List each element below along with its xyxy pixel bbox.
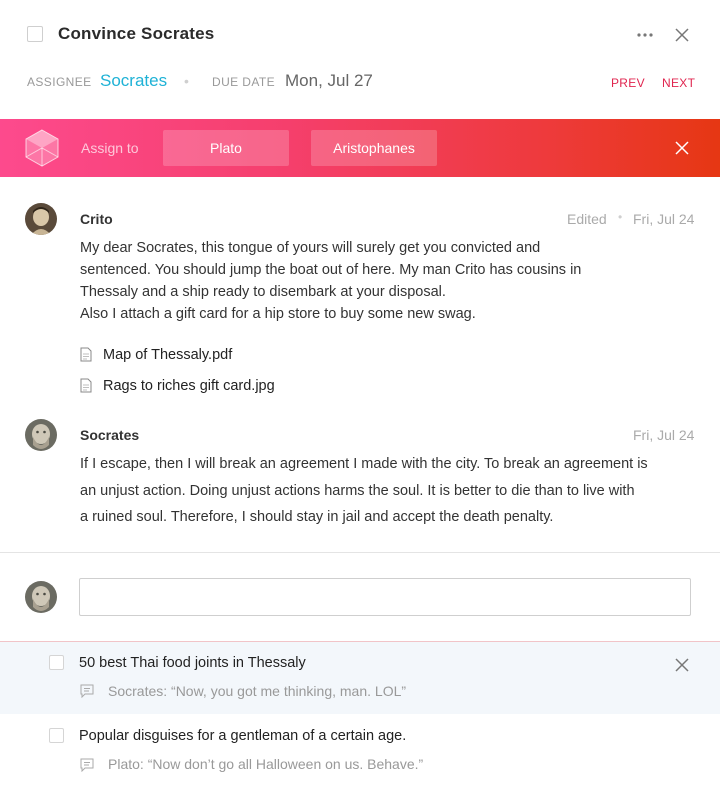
subtask-latest-comment: Socrates: “Now, you got me thinking, man… xyxy=(108,683,407,699)
avatar xyxy=(25,203,57,235)
prev-button[interactable]: PREV xyxy=(611,76,645,90)
more-options-icon[interactable] xyxy=(636,28,654,40)
subtask-title[interactable]: 50 best Thai food joints in Thessaly xyxy=(79,655,306,671)
divider xyxy=(0,552,720,553)
due-date-value[interactable]: Mon, Jul 27 xyxy=(285,71,373,91)
attachment-link[interactable]: Map of Thessaly.pdf xyxy=(103,347,232,363)
comment-author: Socrates xyxy=(80,427,140,443)
file-icon xyxy=(80,347,92,362)
task-complete-checkbox[interactable] xyxy=(27,26,43,42)
close-subtask-icon[interactable] xyxy=(675,658,689,672)
comment-icon xyxy=(80,684,94,699)
subtask-checkbox[interactable] xyxy=(49,655,64,670)
comment-line: sentenced. You should jump the boat out … xyxy=(80,262,582,278)
comment-line: a ruined soul. Therefore, I should stay … xyxy=(80,509,554,525)
comment-body: My dear Socrates, this tongue of yours w… xyxy=(80,237,680,325)
polyhedron-logo-icon xyxy=(25,129,59,167)
assignee-value[interactable]: Socrates xyxy=(100,71,167,91)
comment-body: If I escape, then I will break an agreem… xyxy=(80,451,700,531)
meta-separator: • xyxy=(618,210,623,224)
next-button[interactable]: NEXT xyxy=(662,76,695,90)
comment-edited-label: Edited xyxy=(567,211,607,227)
subtask-row-active[interactable] xyxy=(0,641,720,714)
subtask-title[interactable]: Popular disguises for a gentleman of a c… xyxy=(79,728,406,744)
comment-line: an unjust action. Doing unjust actions h… xyxy=(80,482,635,499)
close-assign-icon[interactable] xyxy=(675,141,689,155)
due-date-label: DUE DATE xyxy=(212,75,275,89)
comment-line: Thessaly and a ship ready to disembark a… xyxy=(80,284,446,300)
assignee-label: ASSIGNEE xyxy=(27,75,92,89)
assign-option-plato[interactable]: Plato xyxy=(163,130,289,166)
task-title[interactable]: Convince Socrates xyxy=(58,24,214,44)
comment-input[interactable] xyxy=(79,578,691,616)
comment-line: If I escape, then I will break an agreem… xyxy=(80,456,648,472)
comment-author: Crito xyxy=(80,211,113,227)
comment-icon xyxy=(80,758,94,773)
assign-option-aristophanes[interactable]: Aristophanes xyxy=(311,130,437,166)
close-task-icon[interactable] xyxy=(675,28,691,44)
assign-to-label: Assign to xyxy=(81,140,139,156)
attachment-link[interactable]: Rags to riches gift card.jpg xyxy=(103,378,275,394)
comment-line: Also I attach a gift card for a hip stor… xyxy=(80,306,476,322)
meta-separator: • xyxy=(184,73,189,89)
comment-date: Fri, Jul 24 xyxy=(633,427,695,443)
subtask-checkbox[interactable] xyxy=(49,728,64,743)
subtask-latest-comment: Plato: “Now don’t go all Halloween on us… xyxy=(108,756,424,772)
comment-date: Fri, Jul 24 xyxy=(633,211,695,227)
comment-line: My dear Socrates, this tongue of yours w… xyxy=(80,240,541,256)
current-user-avatar xyxy=(25,581,57,613)
file-icon xyxy=(80,378,92,393)
avatar xyxy=(25,419,57,451)
